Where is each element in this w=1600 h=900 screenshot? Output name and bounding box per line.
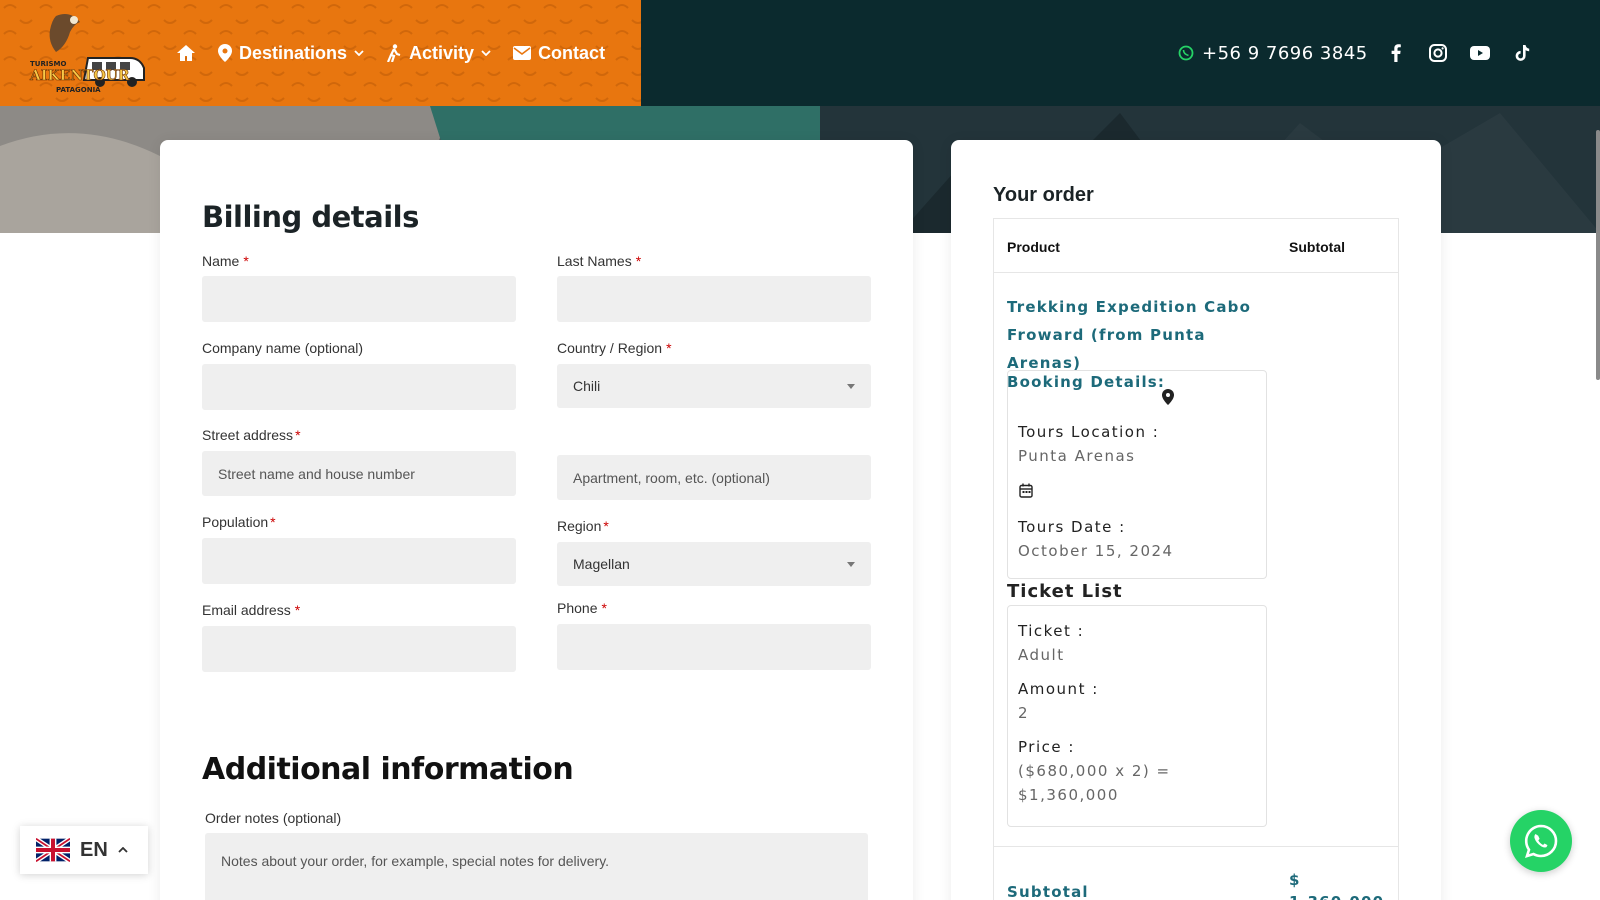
whatsapp-icon xyxy=(1178,45,1194,61)
order-notes-field[interactable]: Notes about your order, for example, spe… xyxy=(205,833,868,900)
required-mark: * xyxy=(635,253,642,269)
additional-info-title: Additional information xyxy=(202,752,574,787)
tiktok-icon[interactable] xyxy=(1512,43,1532,63)
instagram-icon[interactable] xyxy=(1428,43,1448,63)
subtotal-label: Subtotal xyxy=(1007,883,1089,900)
nav-contact[interactable]: Contact xyxy=(513,43,605,64)
dropdown-caret-icon xyxy=(847,561,855,567)
required-mark: * xyxy=(603,518,609,534)
ticket-key: Ticket : xyxy=(1018,622,1085,640)
ticket-value: Adult xyxy=(1018,646,1065,664)
booking-details-box: Tours Location : Punta Arenas Tours Date… xyxy=(1007,370,1267,579)
tours-location-key: Tours Location : xyxy=(1018,423,1160,441)
svg-text:TURISMO: TURISMO xyxy=(30,60,66,68)
nav-contact-label: Contact xyxy=(538,42,606,63)
tours-date-key: Tours Date : xyxy=(1018,518,1126,536)
phone-label: Phone * xyxy=(557,600,607,616)
nav-activity[interactable]: Activity xyxy=(386,43,491,64)
region-label: Region * xyxy=(557,518,609,534)
youtube-icon[interactable] xyxy=(1470,43,1490,63)
header-brand-area: TURISMO AIKENTOUR PATAGONIA Destinations… xyxy=(0,0,641,106)
nav-destinations[interactable]: Destinations xyxy=(218,43,364,64)
email-field[interactable] xyxy=(202,626,516,672)
order-table: Product Subtotal Trekking Expedition Cab… xyxy=(993,218,1399,900)
tours-location-value: Punta Arenas xyxy=(1018,447,1136,465)
tours-date-value: October 15, 2024 xyxy=(1018,542,1174,560)
order-table-header: Product Subtotal xyxy=(994,219,1398,273)
street-label: Street address * xyxy=(202,427,301,443)
price-value: ($680,000 x 2) = $1,360,000 xyxy=(1018,762,1171,804)
required-mark: * xyxy=(666,340,672,356)
phone-number: +56 9 7696 3845 xyxy=(1202,42,1368,64)
nav-activity-label: Activity xyxy=(409,42,475,63)
svg-text:PATAGONIA: PATAGONIA xyxy=(56,86,101,94)
uk-flag-icon xyxy=(36,838,70,862)
last-names-field[interactable] xyxy=(557,276,871,322)
svg-text:AIKENTOUR: AIKENTOUR xyxy=(29,68,130,84)
ticket-list-box: Ticket : Adult Amount : 2 Price : ($680,… xyxy=(1007,605,1267,827)
page-scrollbar[interactable] xyxy=(1596,130,1600,380)
main-nav: Destinations Activity Contact xyxy=(176,0,605,106)
order-card: Your order Product Subtotal Trekking Exp… xyxy=(951,140,1441,900)
social-links xyxy=(1386,0,1532,106)
amount-key: Amount : xyxy=(1018,680,1099,698)
dropdown-caret-icon xyxy=(847,383,855,389)
facebook-icon[interactable] xyxy=(1386,43,1406,63)
price-key: Price : xyxy=(1018,738,1075,756)
email-label: Email address * xyxy=(202,602,301,618)
country-value: Chili xyxy=(573,378,601,394)
billing-title: Billing details xyxy=(202,200,419,234)
company-field[interactable] xyxy=(202,364,516,410)
required-mark: * xyxy=(295,427,301,443)
chevron-down-icon xyxy=(481,50,491,56)
ticket-list-title: Ticket List xyxy=(1007,581,1123,602)
product-column-header: Product xyxy=(1007,239,1060,255)
home-icon xyxy=(177,45,195,61)
chevron-down-icon xyxy=(354,50,364,56)
subtotal-value: $ 1,360,000 xyxy=(1289,871,1383,900)
country-label: Country / Region * xyxy=(557,340,672,356)
booking-details-label: Booking Details: xyxy=(1007,373,1166,391)
population-label: Population * xyxy=(202,514,276,530)
calendar-icon xyxy=(1019,483,1033,498)
population-field[interactable] xyxy=(202,538,516,584)
nav-destinations-label: Destinations xyxy=(239,42,348,63)
chevron-up-icon xyxy=(118,847,128,853)
country-select[interactable]: Chili xyxy=(557,364,871,408)
region-value: Magellan xyxy=(573,556,630,572)
order-title: Your order xyxy=(993,184,1094,206)
map-pin-icon xyxy=(218,44,232,62)
language-switcher[interactable]: EN xyxy=(20,826,148,874)
map-pin-icon xyxy=(1162,389,1174,405)
billing-card: Billing details Name * Last Names * Compan… xyxy=(160,140,913,900)
required-mark: * xyxy=(243,253,249,269)
name-label: Name * xyxy=(202,253,249,269)
street-field[interactable]: Street name and house number xyxy=(202,451,516,496)
header-phone[interactable]: +56 9 7696 3845 xyxy=(1178,0,1368,106)
hiking-icon xyxy=(387,44,401,62)
site-logo[interactable]: TURISMO AIKENTOUR PATAGONIA xyxy=(26,8,150,98)
last-names-label: Last Names * xyxy=(557,253,642,269)
order-notes-label: Order notes (optional) xyxy=(205,810,342,826)
product-name[interactable]: Trekking Expedition Cabo Froward (from P… xyxy=(1007,293,1252,377)
subtotal-column-header: Subtotal xyxy=(1289,239,1345,255)
order-divider xyxy=(994,846,1398,847)
nav-home[interactable] xyxy=(176,44,196,62)
whatsapp-icon xyxy=(1524,824,1558,858)
required-mark: * xyxy=(270,514,276,530)
whatsapp-chat-button[interactable] xyxy=(1510,810,1572,872)
site-header: TURISMO AIKENTOUR PATAGONIA Destinations… xyxy=(0,0,1600,106)
company-label: Company name (optional) xyxy=(202,340,364,356)
amount-value: 2 xyxy=(1018,704,1030,722)
language-code: EN xyxy=(80,838,108,861)
apartment-field[interactable]: Apartment, room, etc. (optional) xyxy=(557,455,871,500)
phone-field[interactable] xyxy=(557,624,871,670)
required-mark: * xyxy=(294,602,301,618)
name-field[interactable] xyxy=(202,276,516,322)
envelope-icon xyxy=(513,46,532,60)
region-select[interactable]: Magellan xyxy=(557,542,871,586)
required-mark: * xyxy=(601,600,607,616)
